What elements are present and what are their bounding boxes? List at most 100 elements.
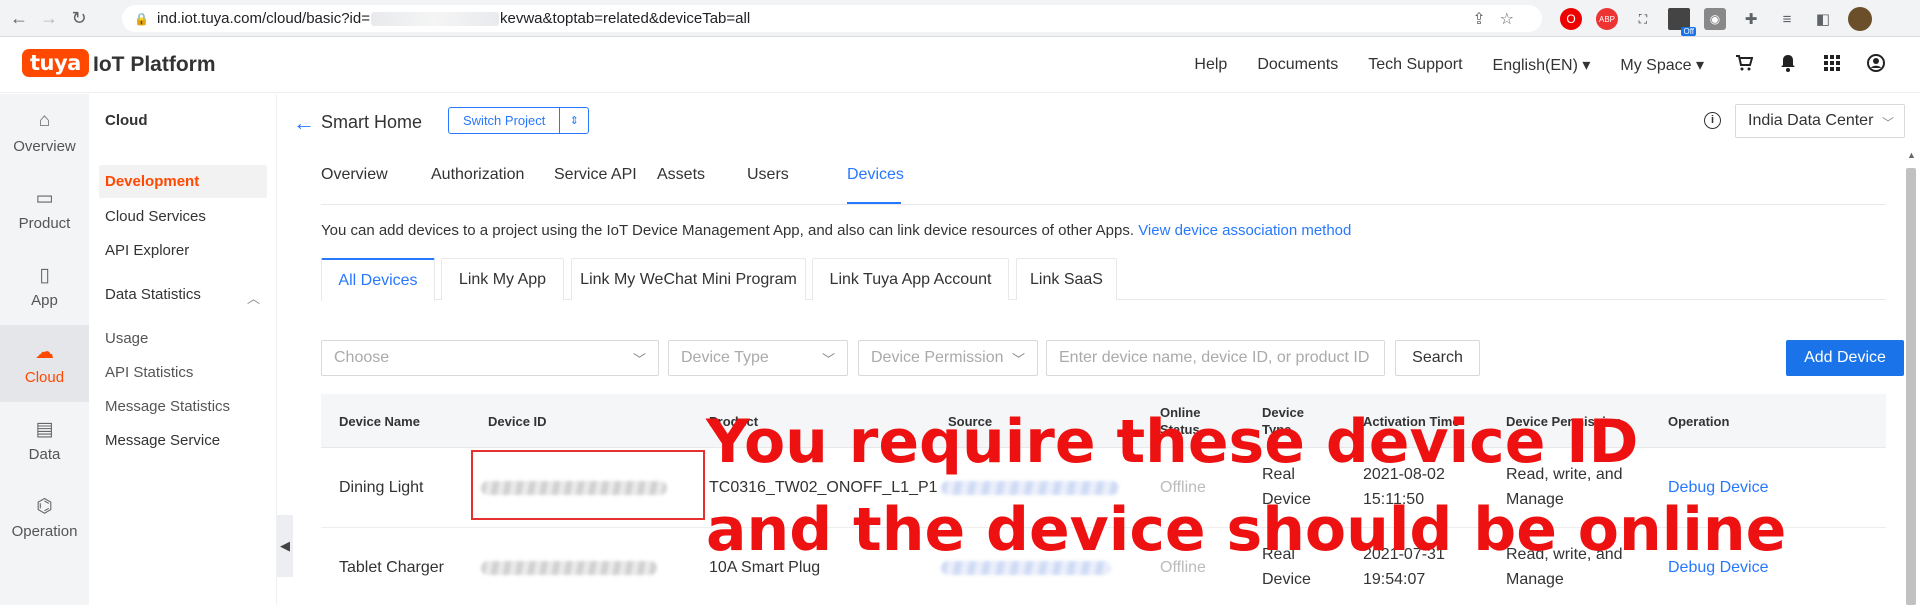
sidebar-item-app[interactable]: ▯ App [0,248,89,325]
language-dropdown[interactable]: English(EN) ▾ [1493,55,1591,75]
header-menu: Help Documents Tech Support English(EN) … [1194,37,1920,93]
chevron-up-icon[interactable]: ︿ [247,288,260,307]
association-method-link[interactable]: View device association method [1138,222,1351,239]
data-center-select[interactable]: India Data Center ﹀ [1735,104,1905,138]
camera-ext-icon[interactable]: ◉ [1704,8,1726,30]
sidebar-item-label: Cloud [24,369,65,386]
secondary-sidebar: Cloud Development Cloud Services API Exp… [89,94,277,605]
operation-icon: ⌬ [36,496,53,517]
subtab-all-devices[interactable]: All Devices [321,258,435,301]
annotation-line-2: and the device should be online [706,495,1787,565]
bookmark-star-icon[interactable]: ☆ [1500,9,1514,29]
device-permission-placeholder: Device Permission [871,349,1004,366]
side-panel-icon[interactable]: ◧ [1812,8,1834,30]
choose-select[interactable]: Choose ﹀ [321,340,659,376]
subnav-item-usage[interactable]: Usage [105,330,148,347]
collapse-sidebar-handle[interactable]: ◀ [277,515,293,577]
chevron-down-icon: ﹀ [632,352,646,367]
extensions-icon[interactable]: ✚ [1740,8,1762,30]
chevron-down-icon: ﹀ [821,352,835,367]
project-tabs: Overview Authorization Service API Asset… [321,166,1886,205]
subnav-group-data-statistics[interactable]: Data Statistics [105,286,201,303]
device-search-input[interactable]: Enter device name, device ID, or product… [1046,340,1385,376]
sidebar-item-overview[interactable]: ⌂ Overview [0,94,89,171]
sidebar-item-label: Operation [11,523,78,540]
bell-icon[interactable] [1778,54,1798,77]
platform-title: IoT Platform [93,53,216,76]
apps-grid-icon[interactable] [1822,54,1842,76]
primary-sidebar: ⌂ Overview ▭ Product ▯ App ☁ Cloud ▤ Dat… [0,94,89,605]
opera-ext-icon[interactable]: O [1560,8,1582,30]
scroll-up-icon[interactable]: ▲ [1907,150,1916,160]
subnav-item-cloud-services[interactable]: Cloud Services [105,208,206,225]
subnav-item-api-statistics[interactable]: API Statistics [105,364,193,381]
back-icon[interactable]: ← [8,7,30,29]
tab-overview[interactable]: Overview [321,166,388,184]
choose-placeholder: Choose [334,349,390,366]
scrollbar-thumb[interactable] [1906,168,1916,605]
page-scrollbar[interactable]: ▲ [1904,150,1918,605]
device-permission-select[interactable]: Device Permission ﹀ [858,340,1038,376]
subnav-item-message-service[interactable]: Message Service [105,432,220,449]
device-source-tabs: All Devices Link My App Link My WeChat M… [321,258,1886,301]
url-prefix: ind.iot.tuya.com/cloud/basic?id= [156,10,370,27]
subnav-item-development[interactable]: Development [99,165,267,198]
sidebar-item-cloud[interactable]: ☁ Cloud [0,325,89,402]
search-button[interactable]: Search [1395,340,1480,376]
switch-project-button[interactable]: Switch Project ⇕ [448,107,590,134]
off-ext-icon[interactable]: Off [1668,8,1696,36]
add-device-button[interactable]: Add Device [1786,340,1904,376]
chart-icon: ▤ [35,419,54,440]
cloud-icon: ☁ [35,342,54,363]
profile-avatar[interactable] [1848,7,1872,31]
active-tab-indicator [847,202,901,204]
info-icon[interactable]: i [1704,112,1721,129]
sidebar-item-label: Data [28,446,61,463]
address-bar[interactable]: 🔒 ind.iot.tuya.com/cloud/basic?id= kevwa… [122,5,1542,32]
description-text: You can add devices to a project using t… [321,222,1135,239]
subtab-link-saas[interactable]: Link SaaS [1016,258,1117,300]
subtab-link-tuya-account[interactable]: Link Tuya App Account [812,258,1009,300]
tab-service-api[interactable]: Service API [554,166,637,184]
sidebar-item-product[interactable]: ▭ Product [0,171,89,248]
tab-authorization[interactable]: Authorization [431,166,524,184]
devices-description: You can add devices to a project using t… [321,222,1351,239]
terminal-icon: ▭ [35,188,54,209]
cart-icon[interactable] [1734,54,1754,76]
device-id-redacted [481,561,657,575]
url-redacted [371,11,499,26]
up-down-caret-icon: ⇕ [569,115,579,127]
forward-icon[interactable]: → [38,7,60,29]
activation-clock: 19:54:07 [1363,571,1426,588]
highlight-box [471,450,705,520]
subtab-link-wechat[interactable]: Link My WeChat Mini Program [571,258,806,300]
subnav-item-message-statistics[interactable]: Message Statistics [105,398,230,415]
sidebar-item-operation[interactable]: ⌬ Operation [0,479,89,556]
col-device-id: Device ID [488,414,547,429]
documents-link[interactable]: Documents [1257,56,1338,74]
tab-assets[interactable]: Assets [657,166,705,184]
tech-support-link[interactable]: Tech Support [1368,56,1462,74]
chevron-down-icon: ﹀ [1011,352,1025,367]
device-type-select[interactable]: Device Type ﹀ [668,340,848,376]
my-space-dropdown[interactable]: My Space ▾ [1620,55,1704,75]
tab-devices[interactable]: Devices [847,166,904,184]
media-icon[interactable]: ≡ [1776,8,1798,30]
subtab-link-my-app[interactable]: Link My App [441,258,564,300]
subnav-item-api-explorer[interactable]: API Explorer [105,242,189,259]
user-icon[interactable] [1866,53,1886,77]
adblock-ext-icon[interactable]: ABP [1596,8,1618,30]
back-arrow-icon[interactable]: ← [293,110,315,136]
share-icon[interactable]: ⇪ [1472,9,1485,29]
chevron-down-icon: ﹀ [1881,116,1894,130]
help-link[interactable]: Help [1194,56,1227,74]
tuya-logo[interactable]: tuya [22,49,89,77]
switch-project-label: Switch Project [449,108,561,133]
sidebar-item-data[interactable]: ▤ Data [0,402,89,479]
platform-header: tuya IoT Platform Help Documents Tech Su… [0,37,1920,93]
annotation-line-1: You require these device ID [706,407,1639,477]
screenshot-ext-icon[interactable]: ⛶ [1632,8,1654,30]
reload-icon[interactable]: ↻ [68,7,90,29]
device-name: Tablet Charger [339,559,444,576]
tab-users[interactable]: Users [747,166,789,184]
